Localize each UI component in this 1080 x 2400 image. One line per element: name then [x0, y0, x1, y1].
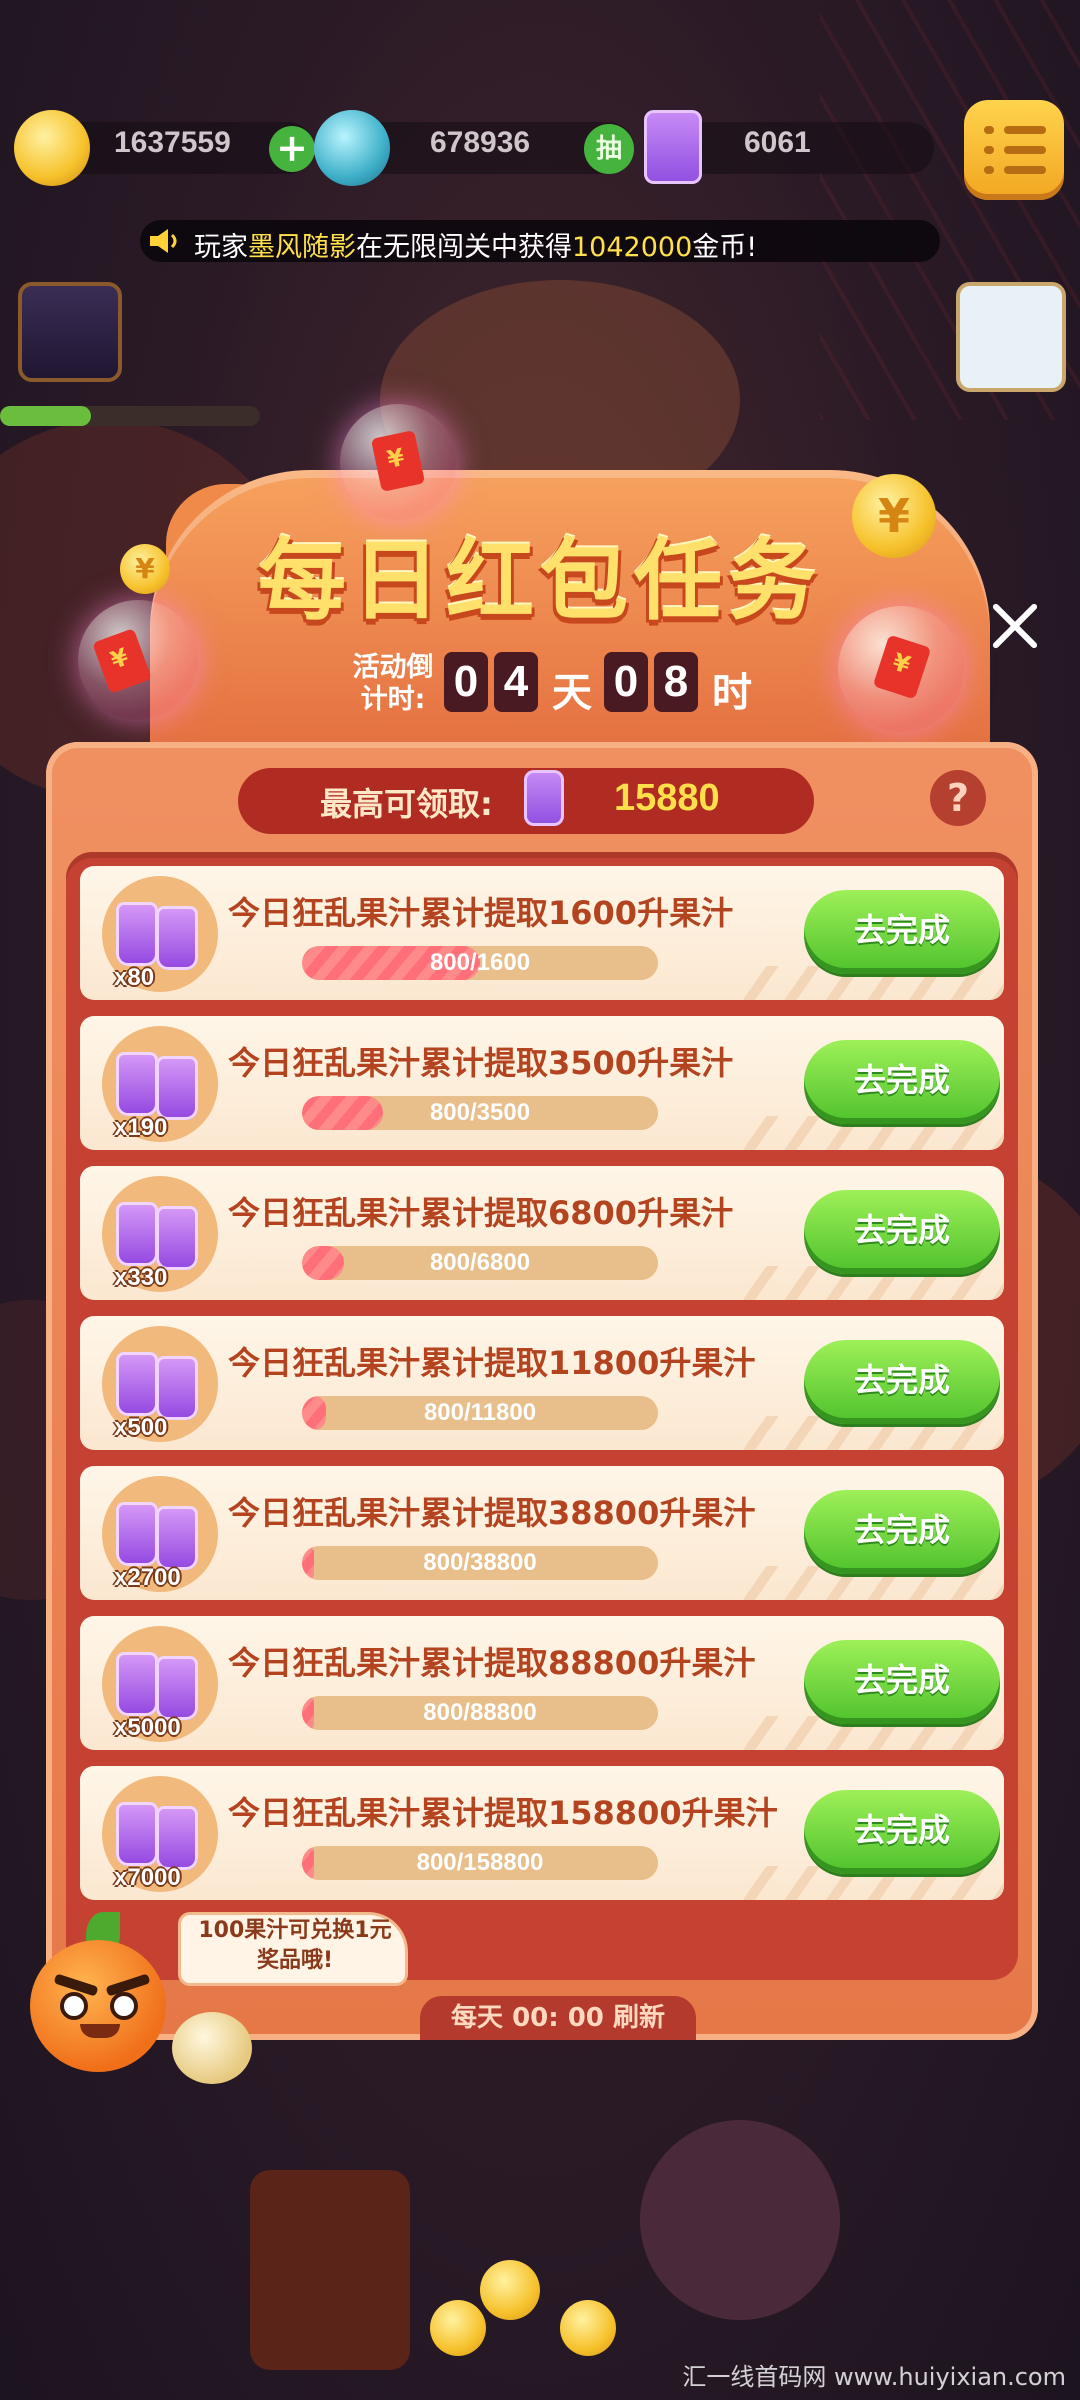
juice-jar-icon [116, 1052, 158, 1116]
countdown-days-digit: 0 [444, 652, 488, 712]
juice-jar-icon [156, 1356, 198, 1420]
go-complete-button[interactable]: 去完成 [804, 1190, 1000, 1274]
broadcast-ticker: 玩家墨风随影在无限闯关中获得1042000金币! [140, 220, 940, 263]
reward-count: x7000 [114, 1864, 181, 1891]
progress-bar: 800/3500 [302, 1096, 658, 1130]
reward-count: x500 [114, 1414, 168, 1441]
game-scene-bottom [0, 2060, 1080, 2400]
task-row: x2700 今日狂乱果汁累计提取38800升果汁 800/38800 去完成 [80, 1466, 1004, 1600]
juice-jar-icon [116, 1202, 158, 1266]
juice-jar-icon [156, 1506, 198, 1570]
reward-count: x330 [114, 1264, 168, 1291]
task-row: x5000 今日狂乱果汁累计提取88800升果汁 800/88800 去完成 [80, 1616, 1004, 1750]
task-row: x7000 今日狂乱果汁累计提取158800升果汁 800/158800 去完成 [80, 1766, 1004, 1900]
reward-count: x5000 [114, 1714, 181, 1741]
add-coins-button[interactable]: + [269, 126, 315, 172]
task-title: 今日狂乱果汁累计提取3500升果汁 [228, 1044, 734, 1082]
progress-bar: 800/1600 [302, 946, 658, 980]
juice-jar-icon [156, 906, 198, 970]
gem-count: 678936 [430, 126, 531, 159]
juice-jar-icon [156, 1806, 198, 1870]
task-list[interactable]: x80 今日狂乱果汁累计提取1600升果汁 800/1600 去完成 x190 … [66, 852, 1018, 1980]
exp-bar [0, 406, 260, 426]
juice-jar-icon [116, 1502, 158, 1566]
go-complete-button[interactable]: 去完成 [804, 1790, 1000, 1874]
progress-bar: 800/6800 [302, 1246, 658, 1280]
progress-bar: 800/38800 [302, 1546, 658, 1580]
juice-jar-icon [116, 1802, 158, 1866]
task-title: 今日狂乱果汁累计提取38800升果汁 [228, 1494, 756, 1532]
juice-jar-icon [116, 902, 158, 966]
progress-text: 800/6800 [429, 1249, 531, 1276]
progress-text: 800/3500 [429, 1099, 531, 1126]
progress-bar: 800/88800 [302, 1696, 658, 1730]
progress-text: 800/38800 [423, 1549, 537, 1576]
max-reward-value: 15880 [614, 777, 720, 819]
menu-button[interactable] [964, 100, 1064, 200]
mascot-tip: 100果汁可兑换1元奖品哦! [198, 1918, 392, 1973]
pumpkin-mascot [30, 1940, 166, 2072]
close-button[interactable] [984, 596, 1044, 656]
juice-jar-icon [156, 1206, 198, 1270]
countdown-hours-digit: 8 [654, 652, 698, 712]
watermark: 汇一线首码网 www.huiyixian.com [682, 2363, 1066, 2391]
draw-button[interactable]: 抽 [584, 124, 634, 174]
reward-count: x190 [114, 1114, 168, 1141]
countdown-days-digit: 4 [494, 652, 538, 712]
juice-jar-icon [116, 1352, 158, 1416]
reward-count: x80 [114, 964, 155, 991]
juice-jar-icon [156, 1056, 198, 1120]
gem-icon [314, 110, 390, 186]
mascot-eye [110, 1992, 138, 2020]
juice-icon [524, 770, 564, 826]
go-complete-button[interactable]: 去完成 [804, 1490, 1000, 1574]
go-complete-button[interactable]: 去完成 [804, 1040, 1000, 1124]
player-portrait[interactable] [18, 282, 122, 382]
resource-bar: 1637559 + 678936 抽 6061 [14, 100, 1064, 200]
help-button[interactable]: ? [930, 770, 986, 826]
progress-text: 800/88800 [423, 1699, 537, 1726]
refresh-note: 每天 00: 00 刷新 [420, 1996, 696, 2040]
task-title: 今日狂乱果汁累计提取11800升果汁 [228, 1344, 756, 1382]
task-row: x80 今日狂乱果汁累计提取1600升果汁 800/1600 去完成 [80, 866, 1004, 1000]
juice-icon [644, 110, 702, 184]
task-title: 今日狂乱果汁累计提取88800升果汁 [228, 1644, 756, 1682]
reward-count: x2700 [114, 1564, 181, 1591]
progress-bar: 800/158800 [302, 1846, 658, 1880]
go-complete-button[interactable]: 去完成 [804, 1640, 1000, 1724]
max-reward-label: 最高可领取: [320, 785, 493, 823]
progress-text: 800/11800 [423, 1399, 537, 1426]
countdown-days-unit: 天 [552, 670, 592, 716]
mascot-eye [60, 1992, 88, 2020]
juice-jar-icon [156, 1656, 198, 1720]
task-title: 今日狂乱果汁累计提取1600升果汁 [228, 894, 734, 932]
task-row: x500 今日狂乱果汁累计提取11800升果汁 800/11800 去完成 [80, 1316, 1004, 1450]
countdown-hours-digit: 0 [604, 652, 648, 712]
progress-bar: 800/11800 [302, 1396, 658, 1430]
progress-text: 800/1600 [429, 949, 531, 976]
coin-icon [14, 110, 90, 186]
avatar[interactable] [956, 282, 1066, 392]
go-complete-button[interactable]: 去完成 [804, 1340, 1000, 1424]
countdown-hours-unit: 时 [712, 670, 752, 716]
task-title: 今日狂乱果汁累计提取158800升果汁 [228, 1794, 778, 1832]
juice-count: 6061 [744, 126, 811, 159]
modal-title: 每日红包任务 [257, 529, 822, 632]
broadcast-message: 玩家墨风随影在无限闯关中获得1042000金币! [194, 232, 758, 263]
speaker-icon [150, 229, 177, 253]
countdown-label: 活动倒计时: [352, 652, 434, 715]
task-row: x330 今日狂乱果汁累计提取6800升果汁 800/6800 去完成 [80, 1166, 1004, 1300]
coin-count: 1637559 [114, 126, 231, 159]
task-title: 今日狂乱果汁累计提取6800升果汁 [228, 1194, 734, 1232]
progress-text: 800/158800 [416, 1849, 544, 1876]
go-complete-button[interactable]: 去完成 [804, 890, 1000, 974]
task-row: x190 今日狂乱果汁累计提取3500升果汁 800/3500 去完成 [80, 1016, 1004, 1150]
juice-jar-icon [116, 1652, 158, 1716]
